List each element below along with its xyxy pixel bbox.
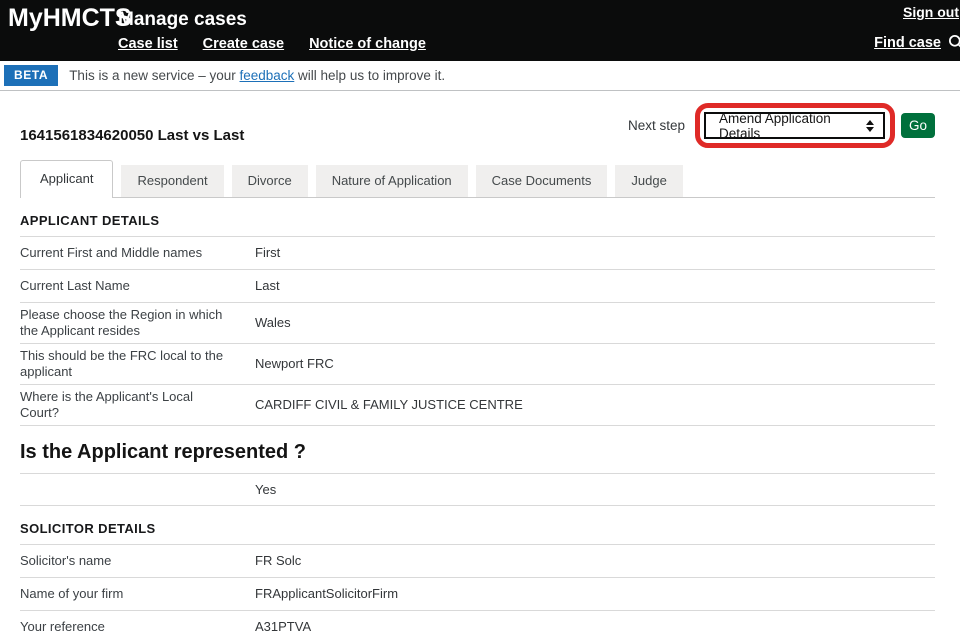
search-icon[interactable] [948, 34, 960, 51]
nav-create-case[interactable]: Create case [203, 36, 284, 52]
applicant-details-heading: APPLICANT DETAILS [20, 198, 935, 237]
nav-case-list[interactable]: Case list [118, 36, 178, 52]
table-row: Yes [20, 473, 935, 506]
row-label: Your reference [20, 619, 255, 635]
table-row: Solicitor's name FR Solc [20, 545, 935, 578]
row-value: Wales [255, 315, 935, 331]
feedback-link[interactable]: feedback [240, 68, 295, 83]
next-step-select[interactable]: Amend Application Details [704, 112, 885, 139]
phase-text-after: will help us to improve it. [294, 68, 445, 83]
phase-text-before: This is a new service – your [69, 68, 239, 83]
case-title: 1641561834620050 Last vs Last [20, 127, 244, 144]
next-step-selected-option: Amend Application Details [719, 111, 866, 141]
represented-heading: Is the Applicant represented ? [20, 441, 935, 464]
row-label: Current Last Name [20, 278, 255, 294]
table-row: Current Last Name Last [20, 270, 935, 303]
go-button[interactable]: Go [901, 113, 935, 138]
row-label: Name of your firm [20, 586, 255, 602]
tab-applicant[interactable]: Applicant [20, 160, 113, 198]
tab-case-documents[interactable]: Case Documents [476, 165, 608, 197]
row-value: First [255, 245, 935, 261]
beta-badge: BETA [4, 65, 58, 86]
select-spinner-icon [866, 120, 874, 132]
row-label: Where is the Applicant's Local Court? [20, 389, 255, 421]
table-row: Current First and Middle names First [20, 237, 935, 270]
solicitor-details-heading: SOLICITOR DETAILS [20, 506, 935, 545]
main-content: 1641561834620050 Last vs Last Next step … [0, 91, 935, 640]
case-tabs: Applicant Respondent Divorce Nature of A… [20, 164, 935, 198]
tab-judge[interactable]: Judge [615, 165, 682, 197]
row-value: FR Solc [255, 553, 935, 569]
case-header: 1641561834620050 Last vs Last Next step … [20, 91, 935, 164]
row-label: Current First and Middle names [20, 245, 255, 261]
next-step-group: Next step Amend Application Details Go [628, 112, 935, 139]
table-row: Your reference A31PTVA [20, 611, 935, 640]
find-case-link[interactable]: Find case [874, 35, 941, 51]
primary-nav: Case list Create case Notice of change [118, 36, 426, 52]
row-label: Please choose the Region in which the Ap… [20, 307, 255, 339]
sign-out-link[interactable]: Sign out [903, 4, 959, 20]
row-value: Last [255, 278, 935, 294]
table-row: Where is the Applicant's Local Court? CA… [20, 385, 935, 426]
phase-banner-text: This is a new service – your feedback wi… [69, 68, 445, 83]
row-value: A31PTVA [255, 619, 935, 635]
row-label: This should be the FRC local to the appl… [20, 348, 255, 380]
find-case-group: Find case [874, 34, 960, 51]
row-value: Yes [255, 482, 935, 498]
row-label: Solicitor's name [20, 553, 255, 569]
tab-respondent[interactable]: Respondent [121, 165, 223, 197]
row-value: CARDIFF CIVIL & FAMILY JUSTICE CENTRE [255, 397, 935, 413]
phase-banner: BETA This is a new service – your feedba… [0, 61, 960, 91]
myhmcts-logo[interactable]: MyHMCTS [8, 4, 132, 33]
manage-cases-title[interactable]: Manage cases [118, 9, 247, 31]
row-value: Newport FRC [255, 356, 935, 372]
table-row: This should be the FRC local to the appl… [20, 344, 935, 385]
table-row: Please choose the Region in which the Ap… [20, 303, 935, 344]
table-row: Name of your firm FRApplicantSolicitorFi… [20, 578, 935, 611]
tab-divorce[interactable]: Divorce [232, 165, 308, 197]
next-step-select-wrap: Amend Application Details [704, 112, 885, 139]
tab-nature-of-application[interactable]: Nature of Application [316, 165, 468, 197]
app-header: MyHMCTS Manage cases Sign out Case list … [0, 0, 960, 61]
nav-notice-of-change[interactable]: Notice of change [309, 36, 426, 52]
row-value: FRApplicantSolicitorFirm [255, 586, 935, 602]
next-step-label: Next step [628, 118, 685, 133]
